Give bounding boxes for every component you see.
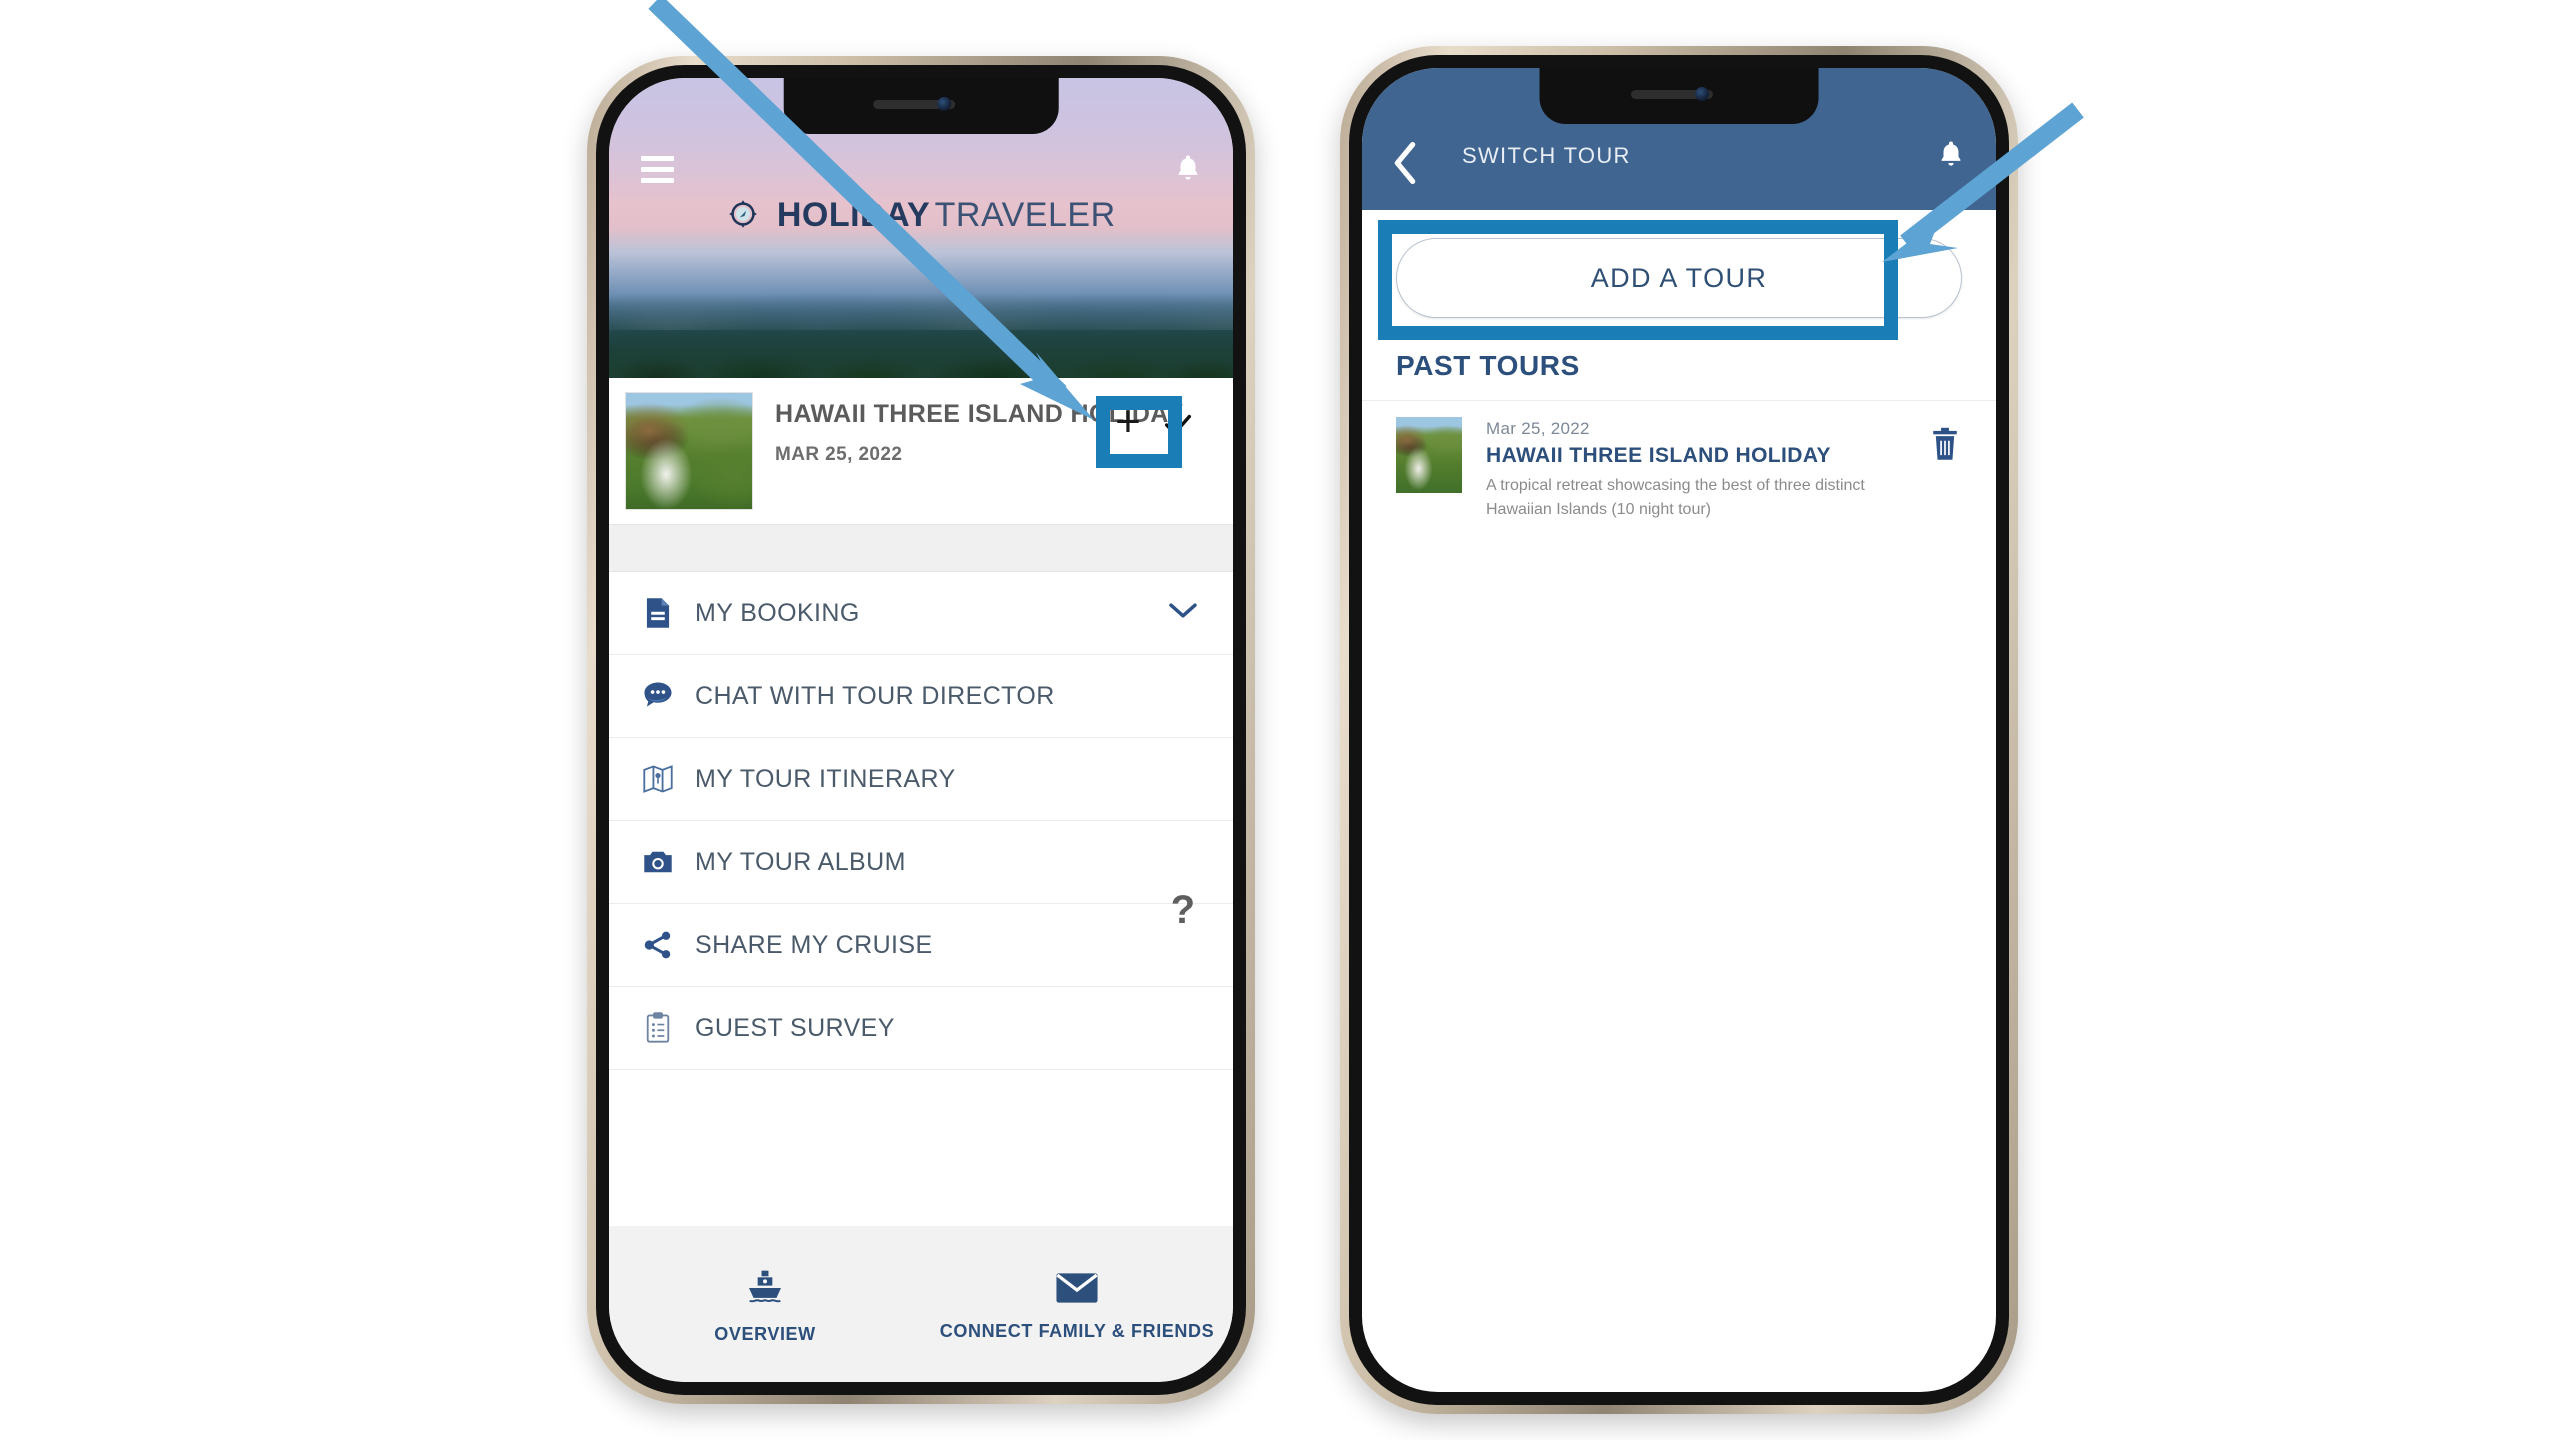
compass-icon bbox=[726, 197, 760, 236]
menu-item-label: MY TOUR ITINERARY bbox=[695, 764, 956, 793]
menu-item-label: MY TOUR ALBUM bbox=[695, 847, 906, 876]
bottom-nav-label: CONNECT FAMILY & FRIENDS bbox=[939, 1320, 1215, 1341]
clipboard-icon bbox=[635, 1012, 681, 1044]
menu-item-label: MY BOOKING bbox=[695, 598, 860, 627]
menu-item-share-my-cruise[interactable]: SHARE MY CRUISE ? bbox=[609, 888, 1233, 987]
phone-left-screen: HOLIDAY TRAVELER HAWAII THREE ISLAND HOL… bbox=[609, 78, 1233, 1382]
menu-item-my-tour-itinerary[interactable]: MY TOUR ITINERARY bbox=[609, 738, 1233, 821]
camera-icon bbox=[635, 848, 681, 876]
bottom-navigation: OVERVIEW CONNECT FAMILY & FRIENDS bbox=[609, 1226, 1233, 1382]
plus-button-highlight-box bbox=[1096, 396, 1182, 468]
menu-item-label: GUEST SURVEY bbox=[695, 1013, 895, 1042]
menu-item-my-booking[interactable]: MY BOOKING bbox=[609, 572, 1233, 655]
trash-icon[interactable] bbox=[1930, 427, 1960, 466]
brand-name-bold: HOLIDAY bbox=[776, 196, 931, 234]
menu-item-label: SHARE MY CRUISE bbox=[695, 930, 933, 959]
main-menu-list: MY BOOKING CHAT WITH TOUR DIRECTOR MY TO… bbox=[609, 572, 1233, 1070]
bottom-nav-label: OVERVIEW bbox=[714, 1323, 816, 1344]
tour-thumbnail-image bbox=[625, 392, 753, 510]
front-camera-icon bbox=[1695, 87, 1710, 101]
past-tours-heading: PAST TOURS bbox=[1396, 350, 1580, 381]
booking-document-icon bbox=[635, 597, 681, 629]
chevron-down-icon[interactable] bbox=[1167, 601, 1199, 626]
back-chevron-icon[interactable] bbox=[1390, 140, 1420, 191]
menu-item-chat-with-tour-director[interactable]: CHAT WITH TOUR DIRECTOR bbox=[609, 655, 1233, 738]
past-tour-title: HAWAII THREE ISLAND HOLIDAY bbox=[1486, 444, 1831, 467]
tour-thumbnail-image bbox=[1396, 417, 1462, 493]
phone-left-device: HOLIDAY TRAVELER HAWAII THREE ISLAND HOL… bbox=[587, 56, 1255, 1404]
question-mark-icon[interactable]: ? bbox=[1171, 888, 1195, 933]
past-tour-description: A tropical retreat showcasing the best o… bbox=[1486, 477, 1865, 518]
chat-bubble-icon bbox=[635, 680, 681, 712]
share-icon bbox=[635, 930, 681, 960]
notch bbox=[783, 78, 1059, 134]
envelope-icon bbox=[1055, 1271, 1099, 1310]
bell-icon[interactable] bbox=[1173, 152, 1203, 189]
ship-icon bbox=[745, 1268, 785, 1313]
menu-item-my-tour-album[interactable]: MY TOUR ALBUM bbox=[609, 821, 1233, 904]
bottom-nav-overview[interactable]: OVERVIEW bbox=[609, 1226, 921, 1382]
menu-item-guest-survey[interactable]: GUEST SURVEY bbox=[609, 987, 1233, 1070]
past-tour-text: Mar 25, 2022 HAWAII THREE ISLAND HOLIDAY… bbox=[1462, 417, 1906, 522]
past-tour-list-item[interactable]: Mar 25, 2022 HAWAII THREE ISLAND HOLIDAY… bbox=[1362, 400, 1996, 544]
menu-item-label: CHAT WITH TOUR DIRECTOR bbox=[695, 681, 1055, 710]
page-title: SWITCH TOUR bbox=[1462, 143, 1631, 168]
map-icon bbox=[635, 764, 681, 794]
add-a-tour-highlight-box bbox=[1378, 220, 1898, 340]
brand-name-light: TRAVELER bbox=[934, 196, 1116, 234]
past-tour-date: Mar 25, 2022 bbox=[1486, 419, 1590, 438]
mountain-silhouette bbox=[609, 250, 1233, 330]
bell-icon[interactable] bbox=[1936, 138, 1966, 175]
phone-left-bezel: HOLIDAY TRAVELER HAWAII THREE ISLAND HOL… bbox=[596, 65, 1246, 1395]
notch bbox=[1539, 68, 1819, 124]
section-divider bbox=[609, 524, 1233, 572]
callout-arrows bbox=[648, 0, 2084, 420]
hamburger-icon[interactable] bbox=[641, 156, 674, 189]
bottom-nav-connect-family-friends[interactable]: CONNECT FAMILY & FRIENDS bbox=[921, 1226, 1233, 1382]
brand-logo: HOLIDAY TRAVELER bbox=[609, 196, 1233, 236]
front-camera-icon bbox=[937, 97, 952, 111]
